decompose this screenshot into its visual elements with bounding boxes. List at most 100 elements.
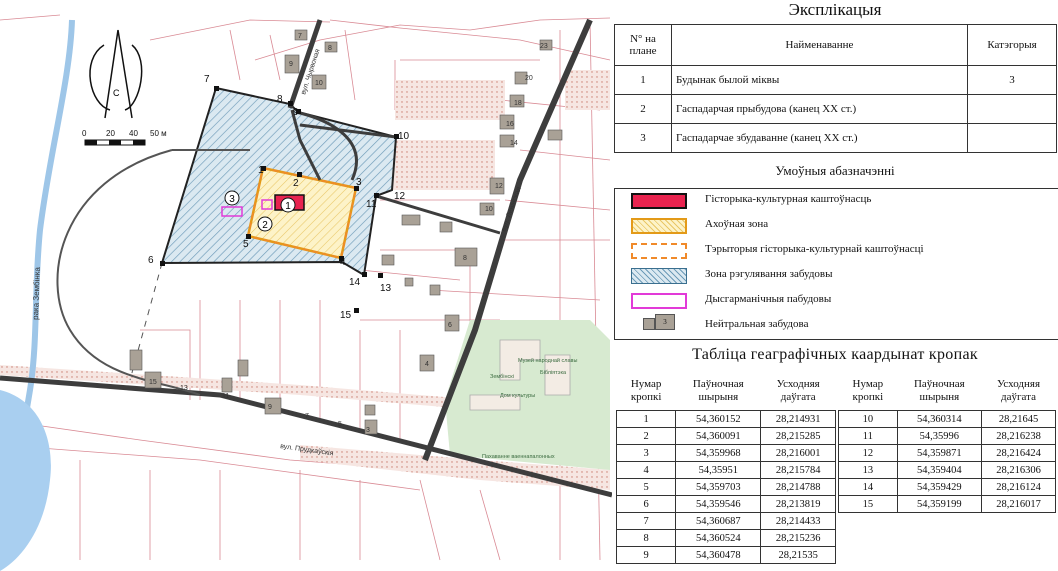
svg-text:6: 6 xyxy=(148,255,154,266)
svg-text:рака Зембінка: рака Зембінка xyxy=(31,266,42,320)
cell-lat: 54,360314 xyxy=(896,410,983,428)
legend-box: Гісторыка-культурная каштоўнасць Ахоўная… xyxy=(614,188,1058,340)
cell-point: 15 xyxy=(838,495,898,513)
cell-lat: 54,359429 xyxy=(896,478,983,496)
legend-item: Ахоўная зона xyxy=(615,214,1058,238)
table-row: 3 Гаспадарчае збудаванне (канец XX ст.) xyxy=(614,123,1057,153)
svg-text:11: 11 xyxy=(366,199,377,210)
svg-text:6: 6 xyxy=(448,322,452,329)
cell-point: 5 xyxy=(615,478,677,496)
svg-text:12: 12 xyxy=(394,191,406,202)
cell-point: 12 xyxy=(838,444,898,462)
svg-text:20: 20 xyxy=(106,129,115,138)
cell-cat: 3 xyxy=(967,65,1057,95)
svg-text:40: 40 xyxy=(129,129,138,138)
table-row: 4 54,35951 28,215784 xyxy=(615,461,836,479)
cell-lat: 54,359968 xyxy=(675,444,762,462)
cell-cat xyxy=(967,94,1057,124)
cell-point: 7 xyxy=(615,512,677,530)
cell-lon: 28,213819 xyxy=(760,495,836,513)
col-header-lat: Паўночная шырыня xyxy=(913,378,965,403)
svg-text:2: 2 xyxy=(262,220,268,231)
svg-text:Зембінскі: Зембінскі xyxy=(490,374,514,380)
svg-text:3: 3 xyxy=(356,177,362,188)
table-row: 1 54,360152 28,214931 xyxy=(615,410,836,428)
table-row: 5 54,359703 28,214788 xyxy=(615,478,836,496)
cell-point: 2 xyxy=(615,427,677,445)
cell-lon: 28,216424 xyxy=(981,444,1056,462)
svg-text:7: 7 xyxy=(305,413,309,420)
cell-lat: 54,360524 xyxy=(675,529,762,547)
legend-item: Дысгарманічныя пабудовы xyxy=(615,289,1058,313)
swatch-protection-zone xyxy=(631,218,687,234)
cell-lat: 54,35996 xyxy=(896,427,983,445)
cell-lon: 28,214931 xyxy=(760,410,836,428)
svg-text:50 м: 50 м xyxy=(150,129,167,138)
swatch-disharmonious xyxy=(631,293,687,309)
legend-label: Дысгарманічныя пабудовы xyxy=(705,293,832,305)
svg-text:20: 20 xyxy=(525,75,533,82)
table-row: 12 54,359871 28,216424 xyxy=(838,444,1056,462)
cell-lon: 28,216238 xyxy=(981,427,1056,445)
svg-text:15: 15 xyxy=(149,379,157,386)
svg-text:9: 9 xyxy=(293,107,299,118)
cell-lon: 28,216124 xyxy=(981,478,1056,496)
col-header-point: Нумар кропкі xyxy=(852,378,884,403)
legend-label: Нейтральная забудова xyxy=(705,318,809,330)
cell-lon: 28,215784 xyxy=(760,461,836,479)
svg-text:12: 12 xyxy=(495,183,503,190)
cell-lat: 54,359199 xyxy=(896,495,983,513)
table-row: 3 54,359968 28,216001 xyxy=(615,444,836,462)
svg-text:3: 3 xyxy=(229,194,235,205)
legend-panel: Эксплікацыя N° на плане Найменаванне Кат… xyxy=(612,0,1058,571)
cell-point: 6 xyxy=(615,495,677,513)
svg-text:Дом культуры: Дом культуры xyxy=(500,393,535,399)
cell-lon: 28,214433 xyxy=(760,512,836,530)
svg-text:13: 13 xyxy=(380,283,392,294)
cell-lat: 54,360091 xyxy=(675,427,762,445)
north-arrow xyxy=(89,29,143,119)
cell-point: 11 xyxy=(838,427,898,445)
table-row: 15 54,359199 28,216017 xyxy=(838,495,1056,513)
legend-label: Зона рэгулявання забудовы xyxy=(705,268,833,280)
col-header-lat: Паўночная шырыня xyxy=(692,378,744,403)
cell-lat: 54,359703 xyxy=(675,478,762,496)
cell-num: 3 xyxy=(614,123,672,153)
svg-text:4: 4 xyxy=(340,257,346,268)
svg-text:5: 5 xyxy=(338,421,342,428)
lake xyxy=(0,390,51,571)
legend-label: Тэрыторыя гісторыка-культурнай каштоўнас… xyxy=(705,243,924,255)
cell-lat: 54,360478 xyxy=(675,546,762,564)
legend-item: Гісторыка-культурная каштоўнасць xyxy=(615,189,1058,213)
site-plan-map: 7 8 9 10 6 1 2 3 5 4 11 12 14 13 15 1 2 … xyxy=(0,0,612,571)
cell-point: 8 xyxy=(615,529,677,547)
svg-text:16: 16 xyxy=(506,121,514,128)
legend-item: Тэрыторыя гісторыка-культурнай каштоўнас… xyxy=(615,239,1058,263)
scale-labels: 0 20 40 50 м xyxy=(82,129,167,138)
table-row: 1 Будынак былой міквы 3 xyxy=(614,65,1057,95)
svg-text:15: 15 xyxy=(340,310,352,321)
cell-lat: 54,360687 xyxy=(675,512,762,530)
svg-text:0: 0 xyxy=(82,129,87,138)
svg-text:14: 14 xyxy=(510,140,518,147)
svg-text:10: 10 xyxy=(398,131,410,142)
scale-bar xyxy=(84,139,146,146)
svg-text:11: 11 xyxy=(222,393,229,400)
swatch-neutral-badge: 3 xyxy=(655,314,675,330)
cell-lon: 28,216017 xyxy=(981,495,1056,513)
svg-text:10: 10 xyxy=(485,206,493,213)
table-row: 10 54,360314 28,21645 xyxy=(838,410,1056,428)
cell-num: 2 xyxy=(614,94,672,124)
legend-label: Гісторыка-культурная каштоўнасць xyxy=(705,193,872,205)
cell-point: 14 xyxy=(838,478,898,496)
swatch-heritage xyxy=(631,193,687,209)
cell-lat: 54,360152 xyxy=(675,410,762,428)
table-row: 2 54,360091 28,215285 xyxy=(615,427,836,445)
table-row: 9 54,360478 28,21535 xyxy=(615,546,836,564)
cell-point: 9 xyxy=(615,546,677,564)
table-row: 6 54,359546 28,213819 xyxy=(615,495,836,513)
col-header-point: Нумар кропкі xyxy=(630,378,662,403)
cell-lon: 28,216001 xyxy=(760,444,836,462)
svg-text:5: 5 xyxy=(243,239,249,250)
cell-lon: 28,215285 xyxy=(760,427,836,445)
